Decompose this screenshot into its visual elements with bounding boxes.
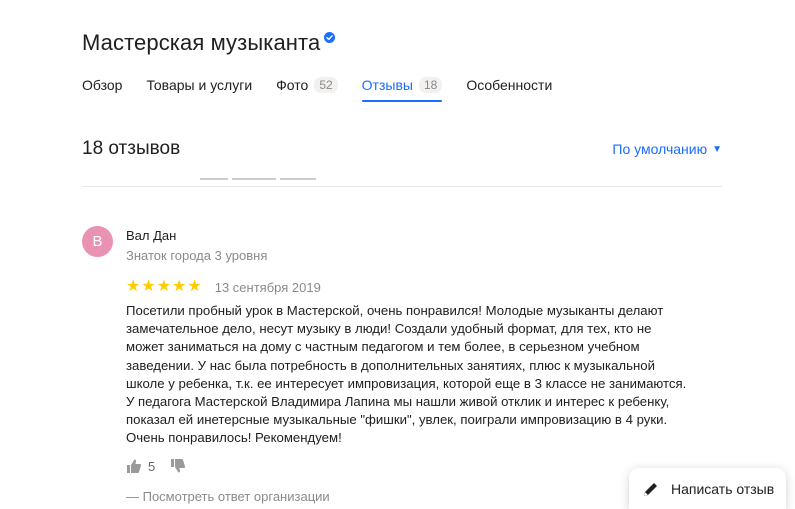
tab-goods-services[interactable]: Товары и услуги xyxy=(146,74,252,96)
tab-label: Товары и услуги xyxy=(146,77,253,93)
like-count: 5 xyxy=(148,458,156,474)
review-date: 13 сентября 2019 xyxy=(214,279,321,295)
review-text-line: школе у ребенка, т.к. ее интересует импр… xyxy=(126,375,687,391)
write-review-label: Написать отзыв xyxy=(671,480,775,497)
reviews-header: 18 отзывов По умолчанию ▼ xyxy=(82,138,722,160)
review-text-line: У педагога Мастерской Владимира Лапина м… xyxy=(126,394,670,410)
rating-row: ★ ★ ★ ★ ★ 13 сентября 2019 xyxy=(126,279,321,295)
rating-stars: ★ ★ ★ ★ ★ xyxy=(126,279,203,295)
author-name[interactable]: Вал Дан xyxy=(126,228,176,243)
tab-label: Отзывы xyxy=(361,77,413,93)
org-title: Мастерская музыканта xyxy=(82,30,321,55)
tab-label: Особенности xyxy=(466,77,553,93)
avatar[interactable]: В xyxy=(82,226,113,257)
thumbs-down-icon xyxy=(171,459,186,473)
star-icon: ★ xyxy=(172,278,187,295)
tab-label: Обзор xyxy=(82,77,123,93)
reviews-count: 18 отзывов xyxy=(82,138,181,159)
review-text-line: может заниматься на дому с частным педаг… xyxy=(126,339,640,355)
dislike-button[interactable] xyxy=(170,458,186,474)
review-text: Посетили пробный урок в Мастерской, очен… xyxy=(126,302,726,448)
review-text-line: Очень понравилось! Рекомендуем! xyxy=(126,430,342,446)
tabs-bar: Обзор Товары и услуги Фото 52 Отзывы 18 … xyxy=(82,74,576,102)
divider xyxy=(82,186,722,187)
author-level: Знаток города 3 уровня xyxy=(126,248,268,263)
pencil-icon xyxy=(644,482,657,496)
sort-label: По умолчанию xyxy=(612,141,708,157)
clipped-previous-text xyxy=(200,178,340,184)
like-button[interactable]: 5 xyxy=(126,458,155,474)
tab-features[interactable]: Особенности xyxy=(466,74,552,96)
caret-down-icon: ▼ xyxy=(712,143,722,155)
review-text-line: замечательное дело, несут музыку в люди!… xyxy=(126,321,652,337)
star-icon: ★ xyxy=(187,278,202,295)
review-text-line: заведении. У нас была потребность в допо… xyxy=(126,357,655,373)
avatar-letter: В xyxy=(92,233,103,250)
write-review-button[interactable]: Написать отзыв xyxy=(629,468,786,509)
tab-reviews[interactable]: Отзывы 18 xyxy=(361,74,443,102)
review-text-line: показал ей инетерсные музыкальные "фишки… xyxy=(126,412,668,428)
tab-photos[interactable]: Фото 52 xyxy=(276,74,338,96)
review-text-line: Посетили пробный урок в Мастерской, очен… xyxy=(126,303,664,318)
sort-dropdown[interactable]: По умолчанию ▼ xyxy=(612,141,722,157)
star-icon: ★ xyxy=(126,278,141,295)
thumbs-up-icon xyxy=(127,459,142,473)
star-icon: ★ xyxy=(141,278,156,295)
tab-count-badge: 52 xyxy=(314,77,338,93)
verified-check-icon xyxy=(324,32,336,43)
star-icon: ★ xyxy=(156,278,172,295)
tab-label: Фото xyxy=(276,77,309,93)
review-actions: 5 xyxy=(126,458,186,474)
view-org-reply-link[interactable]: — Посмотреть ответ организации xyxy=(126,489,330,504)
org-header: Мастерская музыканта xyxy=(82,30,336,56)
tab-overview[interactable]: Обзор xyxy=(82,74,122,96)
tab-count-badge: 18 xyxy=(418,77,443,93)
